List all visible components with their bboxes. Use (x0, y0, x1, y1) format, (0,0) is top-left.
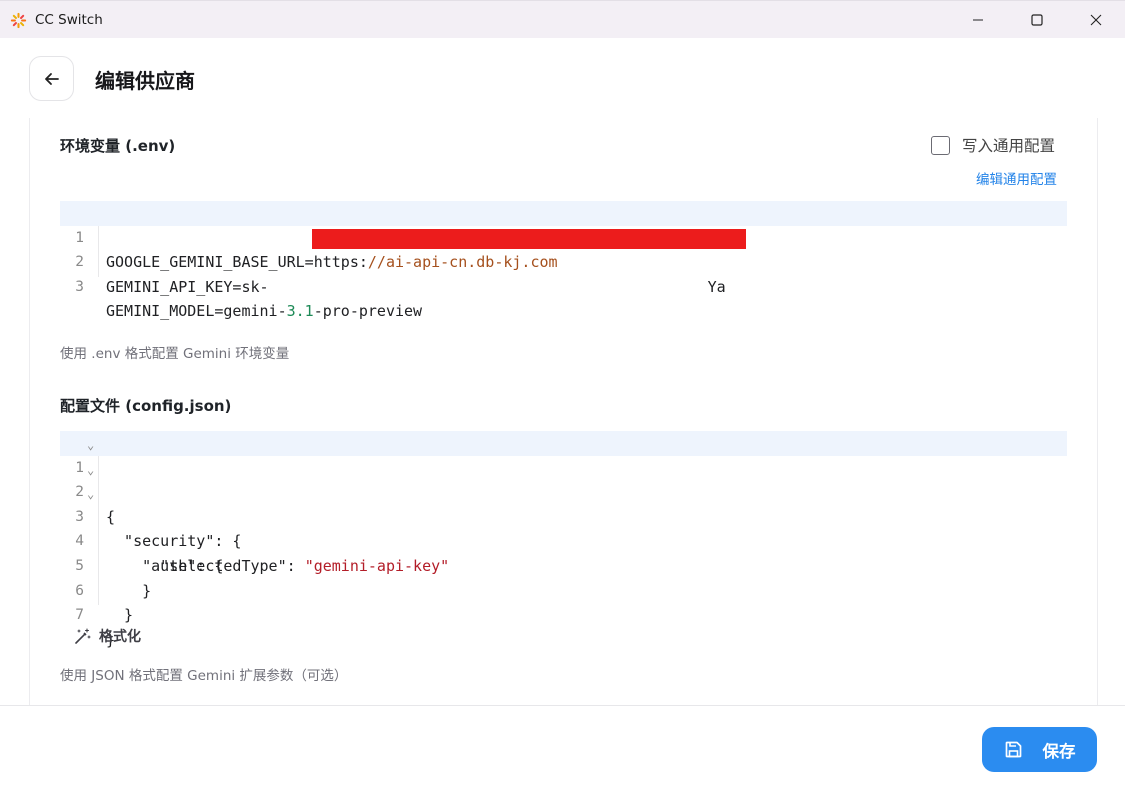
page-title: 编辑供应商 (95, 69, 195, 93)
arrow-left-icon (44, 72, 59, 85)
edit-common-config-link[interactable]: 编辑通用配置 (976, 168, 1057, 188)
code-line: 6 } (60, 554, 1067, 625)
code-line: 2 ⌄ "security": { (60, 456, 1067, 551)
save-button[interactable]: 保存 (982, 727, 1097, 772)
code-line: 3 GEMINI_MODEL=gemini-3.1-pro-preview (60, 250, 1067, 321)
config-hint: 使用 JSON 格式配置 Gemini 扩展参数（可选） (60, 668, 348, 684)
maximize-icon (1031, 14, 1043, 26)
fold-chevron-icon[interactable]: ⌄ (87, 433, 94, 458)
code-line: 2 GEMINI_API_KEY=sk- Ya (60, 226, 1067, 296)
footer-bar: 保存 (0, 705, 1125, 790)
fold-chevron-icon[interactable]: ⌄ (87, 482, 94, 507)
magic-wand-icon (75, 627, 91, 644)
maximize-button[interactable] (1014, 1, 1060, 39)
code-line: 3 ⌄ "auth": { (60, 480, 1067, 575)
config-section-title: 配置文件 (config.json) (60, 397, 232, 415)
back-button[interactable] (29, 56, 74, 101)
code-text: GEMINI_MODEL=gemini- (106, 302, 287, 321)
line-number: 7 (75, 607, 84, 624)
minimize-icon (973, 19, 983, 21)
fold-chevron-icon[interactable]: ⌄ (87, 458, 94, 483)
redaction-block (312, 228, 746, 249)
code-text: -pro-preview (313, 302, 423, 321)
code-line: 1 ⌄ { (60, 431, 1067, 526)
code-number: 3.1 (286, 302, 314, 321)
write-common-config-toggle[interactable]: 写入通用配置 (931, 134, 1055, 156)
code-line: 4 "selectedType": "gemini-api-key" (60, 505, 1067, 575)
title-bar: CC Switch (0, 0, 1125, 38)
minimize-button[interactable] (955, 1, 1001, 39)
env-hint: 使用 .env 格式配置 Gemini 环境变量 (60, 346, 290, 362)
page-header: 编辑供应商 (0, 38, 1125, 118)
code-text: GEMINI_API_KEY=sk- (106, 277, 269, 296)
app-logo-icon (10, 12, 27, 29)
close-icon (1090, 14, 1102, 26)
write-common-config-checkbox[interactable] (931, 135, 950, 155)
format-button[interactable]: 格式化 (74, 626, 141, 646)
config-json-editor[interactable]: 1 ⌄ { 2 ⌄ "security": { 3 ⌄ "auth": { 4 … (60, 431, 1067, 649)
env-editor[interactable]: 1 GOOGLE_GEMINI_BASE_URL=https://ai-api-… (60, 201, 1067, 321)
provider-form: 环境变量 (.env) 写入通用配置 编辑通用配置 1 GOOGLE_GEMIN… (29, 118, 1098, 706)
write-common-config-label: 写入通用配置 (962, 137, 1056, 155)
code-line: 7 } (60, 579, 1067, 649)
line-number: 3 (75, 278, 84, 295)
code-line: 5 } (60, 529, 1067, 600)
code-text-tail: Ya (707, 277, 726, 296)
format-label: 格式化 (99, 629, 141, 645)
close-button[interactable] (1073, 1, 1119, 39)
save-label: 保存 (1042, 741, 1076, 761)
env-section-title: 环境变量 (.env) (60, 137, 176, 155)
save-icon (1005, 741, 1021, 758)
window-title: CC Switch (35, 12, 103, 28)
code-line: 1 GOOGLE_GEMINI_BASE_URL=https://ai-api-… (60, 201, 1067, 271)
